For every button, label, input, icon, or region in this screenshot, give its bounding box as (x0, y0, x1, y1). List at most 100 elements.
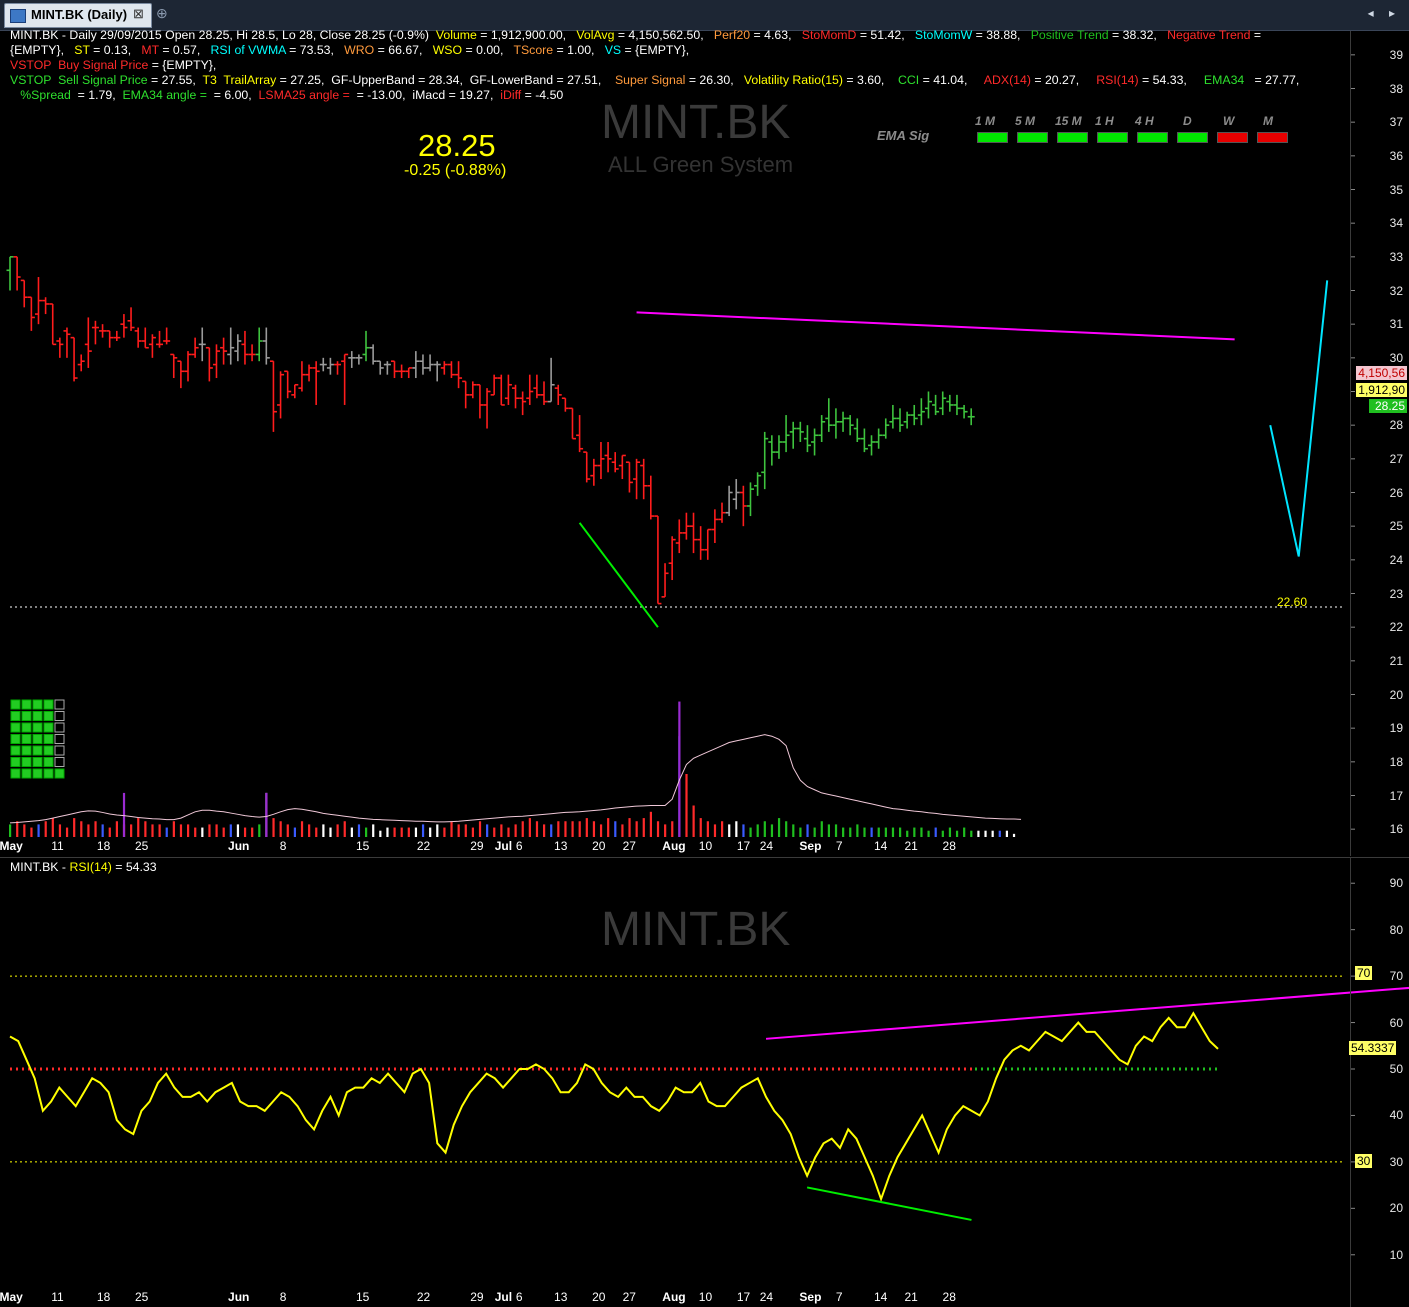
signal-grid-cell (43, 711, 54, 721)
ohlc-bar (739, 485, 747, 527)
chart-tab[interactable]: MINT.BK (Daily) ⊠ (4, 3, 152, 28)
volume-bar (685, 774, 688, 837)
ohlc-bar (519, 391, 527, 416)
date-day-label: 15 (355, 839, 370, 853)
ohlc-bar (419, 354, 427, 375)
volume-bar (578, 821, 581, 837)
rsi-tick-label: 80 (1389, 922, 1403, 937)
signal-grid-cell (32, 699, 43, 710)
volume-bar (955, 830, 959, 837)
tab-scroll-arrows-icon[interactable]: ◂ ▸ (1368, 6, 1401, 20)
date-day-label: 27 (622, 839, 636, 853)
date-day-label: 17 (736, 839, 751, 853)
ohlc-bar (512, 384, 520, 409)
header-segment: CCI (898, 73, 920, 87)
volume-bar (735, 821, 738, 837)
volume-bar (236, 824, 240, 837)
ohlc-bar (440, 361, 448, 375)
volume-bar (877, 827, 880, 837)
close-tab-icon[interactable]: ⊠ (133, 6, 144, 22)
header-segment: VSTOP Sell Signal Price (10, 73, 148, 87)
ohlc-bar (554, 384, 562, 405)
date-month-label: Jun (228, 1290, 250, 1304)
chart-icon (10, 9, 26, 23)
volume-bar (749, 827, 752, 837)
ohlc-bar (789, 421, 797, 449)
rsi-pane[interactable]: MINT.BK MINT.BK - RSI(14) = 54.33 90 80 70… (0, 857, 1409, 1307)
ohlc-bar (825, 398, 833, 432)
ohlc-bar (967, 408, 975, 426)
date-day-label: 7 (835, 839, 843, 853)
signal-grid-cell (43, 745, 54, 756)
volume-bar (258, 824, 261, 837)
header-segment: TScore (513, 43, 554, 57)
price-pane[interactable]: MINT.BK ALL Green System MINT.BK - Daily… (0, 28, 1409, 856)
ohlc-bar (590, 458, 598, 486)
volume-bar (970, 830, 973, 837)
volume-bar (357, 824, 361, 837)
ema-timeframe-signal (1057, 132, 1088, 143)
ohlc-bar (796, 421, 804, 442)
volume-bar (65, 827, 69, 837)
ohlc-bar (526, 374, 534, 405)
date-day-label: 11 (51, 839, 64, 853)
signal-grid-cell (54, 711, 65, 721)
signal-grid-cell (10, 757, 21, 767)
volume-bar (607, 818, 610, 837)
ohlc-bar (91, 320, 99, 345)
add-tab-icon[interactable]: ⊕ (156, 5, 168, 22)
volume-bar (293, 827, 296, 837)
header-segment: Perf20 (713, 28, 751, 42)
header-segment: GF-UpperBand (331, 73, 415, 87)
volume-bar (671, 821, 674, 837)
ohlc-bar (170, 353, 178, 379)
volume-spike-bar (265, 792, 268, 837)
trendline[interactable] (578, 522, 659, 628)
volume-bar (37, 824, 40, 837)
volume-bar (763, 821, 766, 837)
ohlc-bar (704, 528, 712, 560)
signal-grid-cell (54, 768, 65, 779)
ohlc-bar (768, 435, 776, 466)
ohlc-bar (533, 374, 541, 399)
price-tick-label: 26 (1389, 485, 1403, 500)
header-segment: %Spread (10, 88, 71, 102)
ohlc-bar (234, 334, 242, 362)
signal-grid-cell (54, 745, 65, 756)
volume-bar (721, 821, 724, 837)
ohlc-bar (447, 361, 455, 379)
volume-bar (906, 830, 909, 837)
volume-bar (799, 827, 802, 837)
trendline[interactable] (636, 311, 1235, 341)
trendline[interactable] (1269, 280, 1329, 557)
rsi-trendline[interactable] (765, 974, 1409, 1040)
ohlc-bar (604, 442, 612, 473)
ohlc-bar (668, 536, 676, 581)
ohlc-bar (732, 479, 740, 510)
volume-bar (486, 824, 489, 837)
date-day-label: 18 (96, 1290, 111, 1304)
signal-grid-cell (54, 699, 65, 710)
ohlc-bar (305, 364, 313, 382)
ohlc-bar (163, 327, 171, 345)
ohlc-bar (262, 327, 270, 365)
header-segment: LSMA25 angle = (258, 88, 350, 102)
ohlc-bar (846, 415, 854, 436)
signal-grid-cell (10, 722, 21, 733)
volume-bar (521, 821, 524, 837)
ohlc-bar (34, 277, 42, 325)
header-segment: iDiff (500, 88, 522, 102)
header-segment: = 54.33, (1138, 73, 1204, 87)
ohlc-bar (156, 330, 164, 348)
volume-bar (379, 830, 382, 837)
price-tick-label: 28 (1389, 418, 1403, 433)
date-day-label: 10 (698, 1290, 713, 1304)
header-segment: Volume (435, 28, 477, 42)
header-segment: StoMomD (801, 28, 857, 42)
rsi-trendline[interactable] (806, 1186, 972, 1221)
header-segment: StoMomW (914, 28, 973, 42)
ohlc-bar (205, 346, 213, 382)
signal-grid-cell (32, 722, 43, 733)
date-day-label: 24 (759, 1290, 774, 1304)
header-segment: = 38.32, (1108, 28, 1168, 42)
